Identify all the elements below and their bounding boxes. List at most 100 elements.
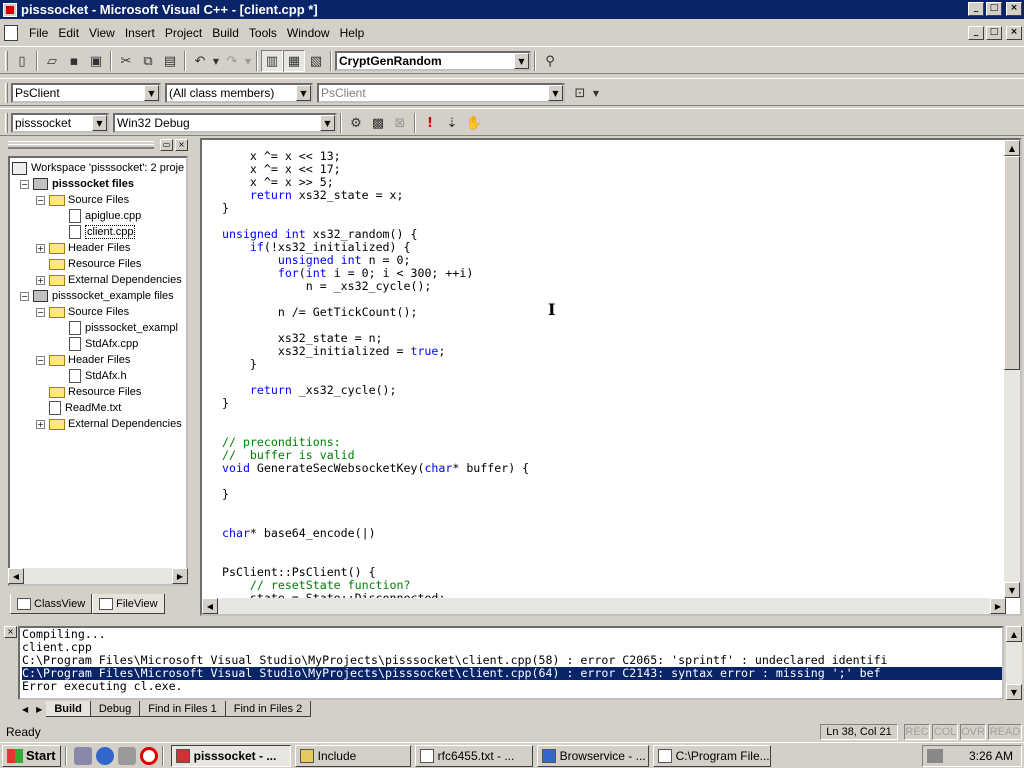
copy-icon[interactable]: ⧉ — [137, 50, 159, 72]
execute-icon[interactable]: ! — [419, 112, 441, 134]
wizard-action-icon[interactable]: ⊡ — [569, 82, 591, 104]
tree-item[interactable]: + External Dependencies — [36, 416, 182, 432]
go-icon[interactable]: ⇣ — [441, 112, 463, 134]
menu-insert[interactable]: Insert — [120, 24, 160, 42]
internet-explorer-icon[interactable] — [95, 746, 114, 765]
collapse-icon[interactable]: − — [36, 195, 45, 205]
title-bar[interactable]: pisssocket - Microsoft Visual C++ - [cli… — [0, 0, 1024, 19]
menu-build[interactable]: Build — [207, 24, 244, 42]
tree-item[interactable]: StdAfx.h — [56, 368, 127, 384]
stop-build-icon[interactable]: ⊠ — [389, 112, 411, 134]
undo-icon[interactable]: ↶ — [189, 50, 211, 72]
workspace-gripper[interactable] — [8, 141, 154, 149]
member-combo-dropdown-icon[interactable]: ▼ — [548, 85, 563, 101]
filter-combo[interactable]: (All class members) ▼ — [165, 83, 313, 103]
tree-item[interactable]: − pisssocket_example files — [20, 288, 174, 304]
minimize-button[interactable]: _ — [968, 2, 984, 16]
editor-horizontal-scrollbar[interactable]: ◀ ▶ — [202, 598, 1006, 614]
config-combo-dropdown-icon[interactable]: ▼ — [320, 115, 335, 131]
paste-icon[interactable]: ▤ — [159, 50, 181, 72]
file-tree[interactable]: Workspace 'pisssocket': 2 proje − pisssock… — [8, 156, 188, 586]
tree-item[interactable]: pisssocket_exampl — [56, 320, 178, 336]
tree-item[interactable]: − pisssocket files — [20, 176, 134, 192]
taskbar-task-button[interactable]: C:\Program File... — [652, 744, 771, 767]
editor-vertical-scrollbar[interactable]: ▲ ▼ — [1004, 140, 1020, 598]
tree-item[interactable]: Resource Files — [36, 256, 141, 272]
scroll-down-arrow-icon[interactable]: ▼ — [1004, 582, 1020, 598]
build-icon[interactable]: ▩ — [367, 112, 389, 134]
tree-item[interactable]: client.cpp — [56, 224, 136, 240]
output-tab[interactable]: Debug — [90, 701, 141, 717]
insert-breakpoint-icon[interactable]: ✋ — [463, 112, 485, 134]
tree-item[interactable]: + External Dependencies — [36, 272, 182, 288]
hscroll-left-arrow-icon[interactable]: ◀ — [202, 598, 218, 614]
output-line[interactable]: Error executing cl.exe. — [22, 680, 1002, 693]
project-combo-dropdown-icon[interactable]: ▼ — [92, 115, 107, 131]
output-vertical-scrollbar[interactable]: ▲ ▼ — [1006, 626, 1022, 700]
expand-icon[interactable]: + — [36, 419, 45, 429]
tree-item[interactable]: Resource Files — [36, 384, 141, 400]
output-tab[interactable]: Find in Files 1 — [140, 701, 226, 717]
menu-tools[interactable]: Tools — [244, 24, 282, 42]
cut-icon[interactable]: ✂ — [115, 50, 137, 72]
mdi-restore-button[interactable]: □ — [986, 26, 1002, 40]
mdi-minimize-button[interactable]: _ — [968, 26, 984, 40]
compile-icon[interactable]: ⚙ — [345, 112, 367, 134]
output-scroll-down-arrow-icon[interactable]: ▼ — [1006, 684, 1022, 700]
document-icon[interactable] — [4, 25, 18, 41]
collapse-icon[interactable]: − — [20, 179, 29, 189]
workspace-close-button[interactable]: × — [175, 139, 188, 151]
workspace-maximize-button[interactable]: ▭ — [160, 139, 173, 151]
close-button[interactable]: × — [1006, 2, 1022, 16]
expand-icon[interactable]: + — [36, 275, 45, 285]
show-desktop-icon[interactable] — [73, 746, 92, 765]
workspace-toggle-icon[interactable]: ▥ — [261, 50, 283, 72]
menu-file[interactable]: File — [24, 24, 53, 42]
class-combo-dropdown-icon[interactable]: ▼ — [144, 85, 159, 101]
wizard-action-dropdown-icon[interactable]: ▼ — [591, 82, 601, 104]
tab-fileview[interactable]: FileView — [92, 594, 165, 614]
save-all-icon[interactable]: ▣ — [85, 50, 107, 72]
menu-help[interactable]: Help — [335, 24, 370, 42]
redo-dropdown-icon[interactable]: ▼ — [243, 50, 253, 72]
config-combo[interactable]: Win32 Debug ▼ — [113, 113, 337, 133]
app-icon[interactable] — [3, 2, 17, 17]
expand-icon[interactable]: + — [36, 243, 45, 253]
collapse-icon[interactable]: − — [36, 355, 45, 365]
tree-item[interactable]: − Header Files — [36, 352, 130, 368]
tabs-next-arrow-icon[interactable]: ▶ — [32, 705, 46, 714]
new-text-file-icon[interactable]: ▯ — [11, 50, 33, 72]
start-button[interactable]: Start — [2, 744, 61, 767]
output-tab[interactable]: Build — [46, 701, 91, 717]
mdi-close-button[interactable]: × — [1006, 26, 1022, 40]
editor-scroll-thumb[interactable] — [1004, 156, 1020, 370]
open-folder-icon[interactable]: ▱ — [41, 50, 63, 72]
network-tray-icon[interactable] — [927, 749, 943, 763]
output-log[interactable]: Compiling... client.cpp C:\Program Files\M… — [18, 626, 1004, 700]
source-code[interactable]: x ^= x << 13; x ^= x << 17; x ^= x >> 5;… — [222, 150, 529, 605]
tree-item[interactable]: apiglue.cpp — [56, 208, 141, 224]
tree-item[interactable]: StdAfx.cpp — [56, 336, 138, 352]
find-in-files-icon[interactable]: ⚲ — [539, 50, 561, 72]
menu-project[interactable]: Project — [160, 24, 207, 42]
tree-item[interactable]: − Source Files — [36, 192, 129, 208]
output-tab[interactable]: Find in Files 2 — [225, 701, 312, 717]
filter-combo-dropdown-icon[interactable]: ▼ — [296, 85, 311, 101]
tree-item[interactable]: ReadMe.txt — [36, 400, 121, 416]
tabs-prev-arrow-icon[interactable]: ◀ — [18, 705, 32, 714]
menu-edit[interactable]: Edit — [53, 24, 84, 42]
class-combo[interactable]: PsClient ▼ — [11, 83, 161, 103]
collapse-icon[interactable]: − — [36, 307, 45, 317]
scroll-left-arrow-icon[interactable]: ◀ — [8, 568, 24, 584]
undo-dropdown-icon[interactable]: ▼ — [211, 50, 221, 72]
project-combo[interactable]: pisssocket ▼ — [11, 113, 109, 133]
find-combo[interactable]: CryptGenRandom ▼ — [335, 51, 531, 71]
tree-item[interactable]: − Source Files — [36, 304, 129, 320]
member-combo[interactable]: PsClient ▼ — [317, 83, 565, 103]
taskbar-task-button[interactable]: Include — [294, 744, 411, 767]
tab-classview[interactable]: ClassView — [10, 594, 93, 614]
taskbar-task-button[interactable]: rfc6455.txt - ... — [414, 744, 533, 767]
scroll-up-arrow-icon[interactable]: ▲ — [1004, 140, 1020, 156]
window-list-icon[interactable]: ▧ — [305, 50, 327, 72]
redo-icon[interactable]: ↷ — [221, 50, 243, 72]
